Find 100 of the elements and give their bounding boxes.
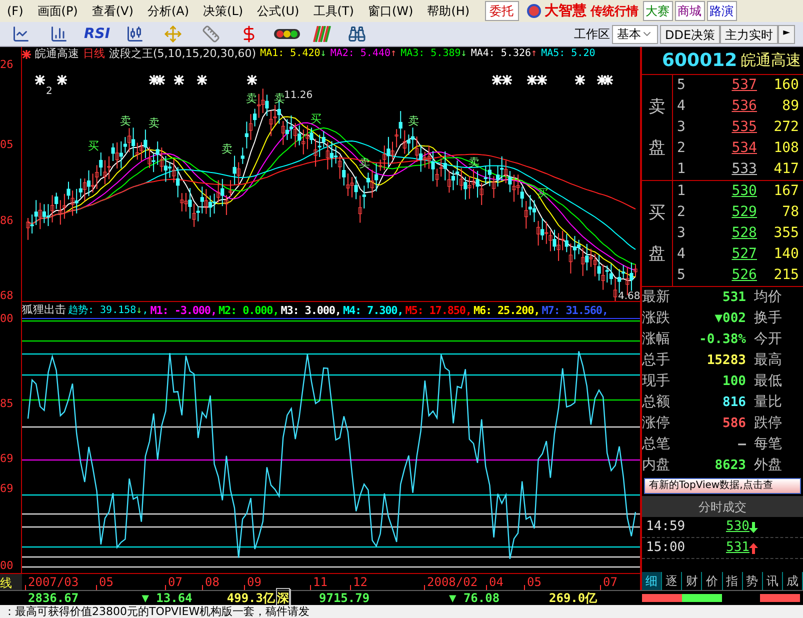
date-label: 08 [205,574,220,590]
menu-item[interactable]: 决策(L) [196,2,250,20]
panel-tab[interactable]: 指 [722,572,743,590]
signal-label: 买 [88,139,99,152]
panel-tab[interactable]: 逐 [662,572,682,590]
signal-label: 卖 [221,142,232,156]
signal-label: 买 [310,112,322,126]
order-rank: 2 [677,203,686,222]
period-label: 日线 [83,47,105,61]
menu-item[interactable]: 分析(A) [140,2,196,20]
indicator-label: 波段之王(5,10,15,20,30,60) [109,47,256,61]
date-label: 05 [99,574,114,590]
trade-time: 14:59 [646,518,686,536]
toolbar-tab[interactable]: DDE决策 [660,24,720,44]
date-label: 2007/03 [28,574,79,590]
indicator-value: M1: -3.000, [150,304,216,316]
toolbar-tab[interactable]: 主力实时 [720,24,778,44]
stat-label: 总额 [642,393,671,412]
menu-item[interactable]: 画面(P) [30,2,85,20]
indicator-value: M3: 3.000, [280,304,341,316]
panel-tab[interactable]: 财 [682,572,702,590]
trade-price: 530 [726,518,750,536]
stock-code: 600012 [662,49,738,73]
date-label: 05 [527,574,542,590]
signal-label: 卖 [274,92,286,105]
stat-value: -0.38% [698,330,746,349]
signal-label: 卖 [148,116,160,130]
low-annotation: 4.68 [618,291,640,301]
rsi-button[interactable]: RSI [84,24,110,44]
top-link[interactable]: 大赛 [642,1,673,21]
order-rank: 4 [677,245,686,264]
index-change: ▼ 13.64 [142,590,194,606]
trades-header: 分时成交 [642,496,803,517]
stat-label: 每笔 [754,435,782,454]
stock-name: 皖通高速 [35,47,79,61]
panel-tab[interactable]: 势 [742,572,763,590]
menu-item[interactable]: (F) [0,2,30,20]
stat-value: 816 [722,394,746,412]
stat-value: 15283 [706,352,746,370]
order-rank: 4 [677,97,686,116]
book-side-label: 买盘 [648,202,666,266]
menu-item[interactable]: 工具(T) [306,2,361,20]
menu-item[interactable]: 公式(U) [250,2,306,20]
ma-value: MA2: 5.440↑ [330,47,397,61]
order-rank: 5 [677,266,686,285]
date-label: 2008/02 [427,574,478,590]
workspace-label: 工作区 [574,26,610,43]
stat-value: 100 [722,372,746,391]
date-label: 11 [313,574,328,590]
date-label: 04 [489,574,504,590]
stat-value: 8623 [714,456,746,475]
stat-label: 涨幅 [642,330,671,349]
index-amount: 269.0亿 [549,590,598,607]
indicator-value: M6: 25.200, [473,304,540,316]
order-price: 536 [730,97,757,116]
scroll-right-button[interactable]: ► [778,24,795,44]
workspace-dropdown[interactable]: 基本 [612,24,658,44]
price-axis-label: 68 [0,290,14,302]
trade-price: 531 [726,539,750,558]
stat-label: 均价 [754,288,782,307]
top-link[interactable]: 商城 [674,1,705,21]
brand-subtitle: 传统行情 [590,3,639,20]
ma-value: MA4: 5.326↑ [470,47,538,61]
order-volume: 272 [772,118,799,137]
price-axis-label: 86 [0,215,14,227]
menu-item[interactable]: 查看(V) [84,2,140,20]
panel-tab[interactable]: 细 [642,572,662,590]
axis-corner-label: 线 [0,574,22,590]
order-price: 529 [730,203,757,222]
price-axis-label: 26 [0,59,14,71]
oscillator-axis-label: 00 [0,313,14,325]
order-price: 534 [730,139,757,158]
order-volume: 417 [772,160,799,179]
panel-tab[interactable]: 价 [702,572,722,590]
date-label: 09 [247,574,262,590]
order-volume: 215 [772,266,799,285]
order-volume: 160 [772,76,799,95]
menu-item[interactable]: 窗口(W) [360,2,420,20]
order-price: 530 [730,182,757,201]
indicator-value: M2: 0.000, [218,304,279,316]
order-volume: 89 [781,97,799,116]
order-rank: 1 [677,182,686,201]
signal-label: 卖 [120,114,132,128]
stat-label: 最高 [754,351,782,370]
order-button[interactable]: 委托 [484,1,519,21]
order-volume: 78 [781,203,799,222]
high-annotation: 11.26 [284,90,313,101]
index-change: ▼ 76.08 [449,590,501,607]
price-axis-label: 05 [0,139,14,151]
order-rank: 2 [677,139,686,158]
top-link[interactable]: 路演 [706,1,737,21]
menu-item[interactable]: 帮助(H) [420,2,477,20]
notice-banner[interactable]: 有新的TopView数据,点击查 [644,478,801,494]
panel-tab[interactable]: 讯 [762,572,783,590]
indicator-value: M4: 7.300, [342,304,404,316]
oscillator-axis-label: 85 [0,398,14,410]
stat-label: 跌停 [754,414,782,433]
index-value: 2836.67 [28,590,80,606]
panel-tab[interactable]: 成 [782,572,803,590]
book-side-label: 卖盘 [648,96,666,160]
